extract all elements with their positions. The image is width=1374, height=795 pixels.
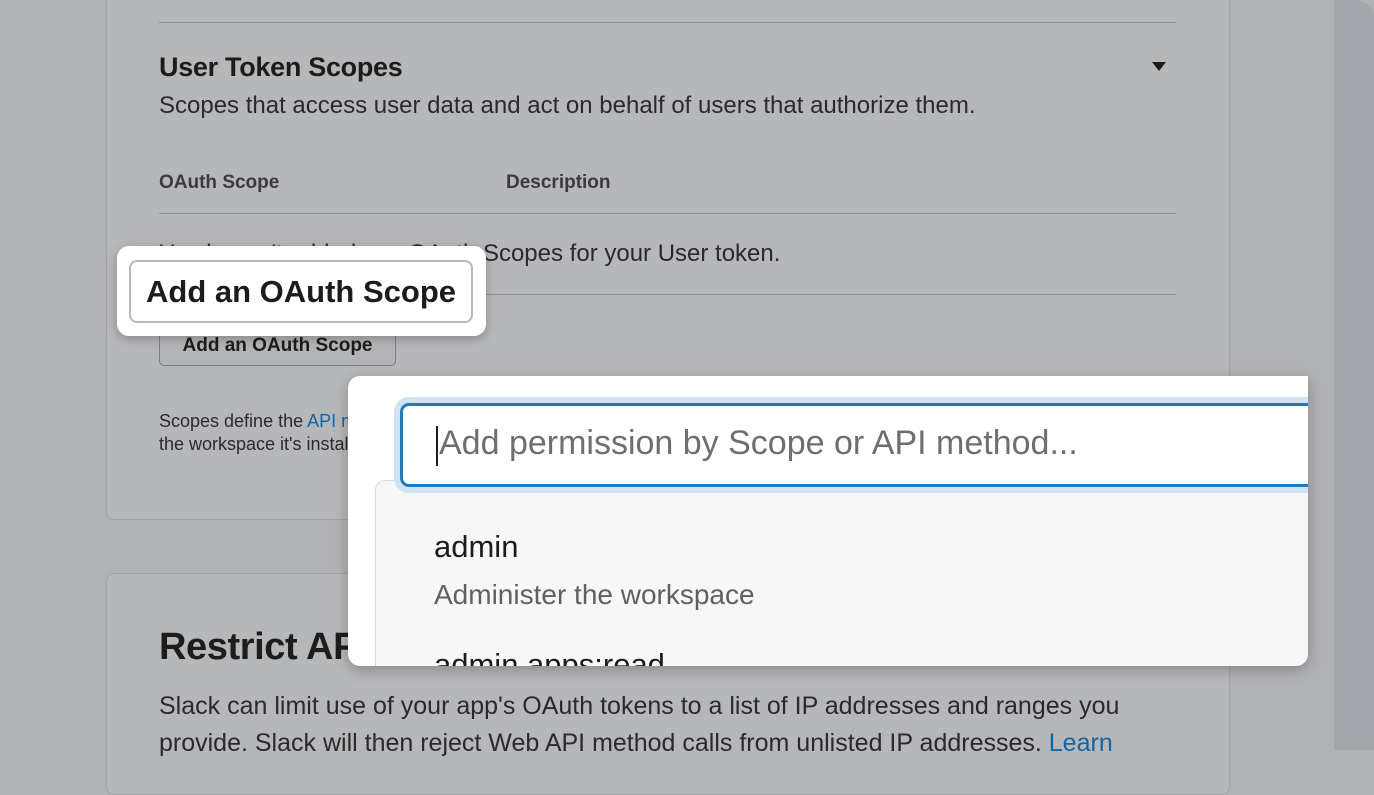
section-title: User Token Scopes [159, 52, 403, 82]
text-cursor [436, 426, 438, 466]
option-name[interactable]: admin [434, 529, 518, 565]
table-header-divider [159, 213, 1176, 214]
learn-more-link[interactable]: Learn [1049, 729, 1113, 757]
search-placeholder: Add permission by Scope or API method... [439, 424, 1078, 462]
scopes-footnote: Scopes define the API methods the worksp… [159, 410, 349, 456]
section-description: Scopes that access user data and act on … [159, 92, 976, 119]
option-name[interactable]: admin.apps:read [434, 647, 665, 666]
column-header-description: Description [506, 172, 611, 193]
collapse-caret-icon[interactable] [1152, 62, 1166, 71]
scope-picker-callout: admin Administer the workspace admin.app… [348, 376, 1308, 666]
api-methods-link[interactable]: API methods [307, 411, 349, 431]
restrict-api-description: Slack can limit use of your app's OAuth … [159, 688, 1159, 762]
footnote-line2: the workspace it's installed in. [159, 434, 349, 454]
scope-search-input[interactable]: Add permission by Scope or API method... [400, 403, 1308, 487]
restrict-api-title: Restrict API Token Usage [159, 626, 349, 668]
scope-options-list: admin Administer the workspace admin.app… [375, 480, 1308, 666]
window-edge [1334, 0, 1374, 750]
divider [159, 22, 1176, 23]
footnote-prefix: Scopes define the [159, 411, 308, 431]
option-description: Administer the workspace [434, 579, 755, 610]
add-oauth-scope-button-zoomed[interactable]: Add an OAuth Scope [129, 260, 473, 323]
button-zoom-callout: Add an OAuth Scope [117, 246, 486, 336]
restrict-api-text: Slack can limit use of your app's OAuth … [159, 692, 1120, 757]
column-header-scope: OAuth Scope [159, 172, 280, 193]
